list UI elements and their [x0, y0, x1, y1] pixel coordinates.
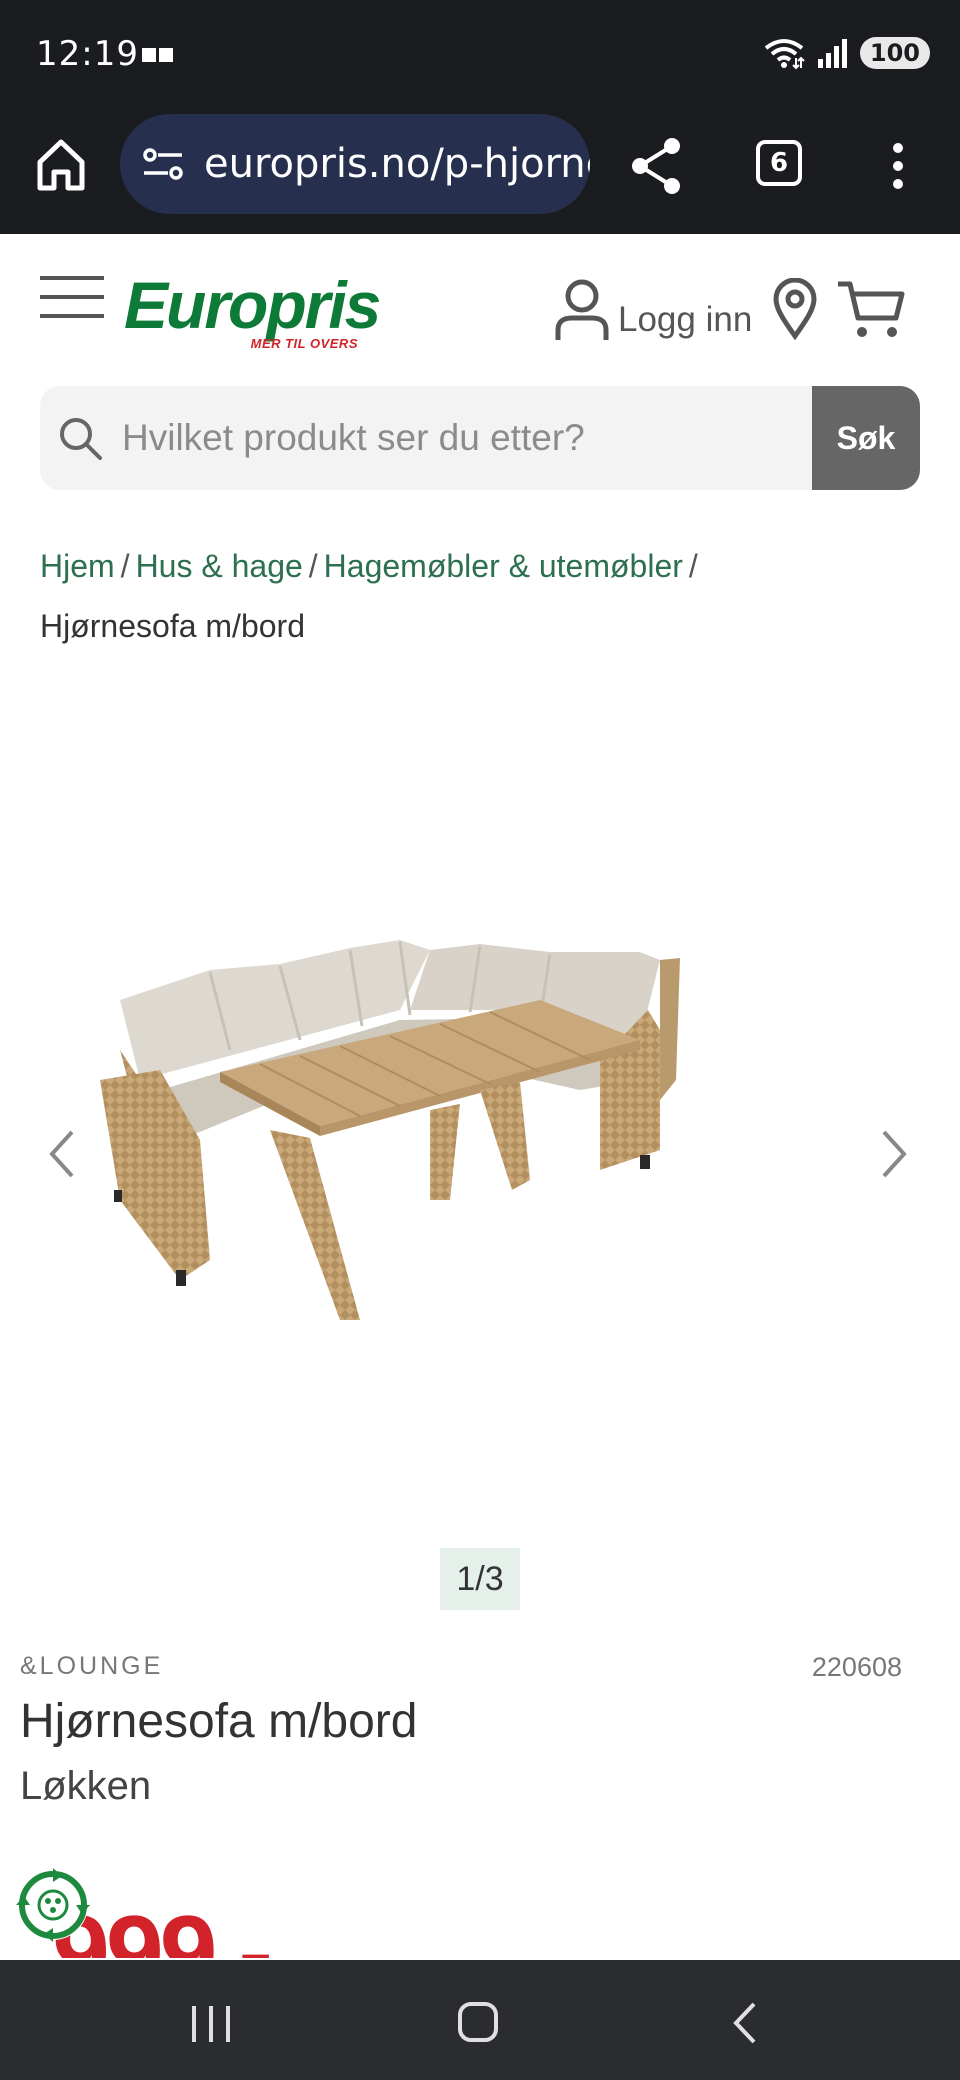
breadcrumb-separator: / [688, 548, 698, 584]
chevron-right-icon[interactable] [872, 1120, 916, 1188]
login-label: Logg inn [618, 300, 753, 339]
home-icon[interactable] [34, 136, 88, 194]
user-icon [555, 279, 609, 340]
breadcrumb-hagemobler[interactable]: Hagemøbler & utemøbler [324, 548, 683, 584]
login-button[interactable]: Logg inn [554, 278, 752, 342]
product-image[interactable] [100, 900, 860, 1380]
battery-indicator: 100 [859, 37, 930, 69]
status-indicators: 100 [762, 36, 930, 70]
tab-switcher-button[interactable]: 6 [756, 140, 802, 186]
site-settings-icon[interactable] [142, 146, 184, 182]
product-sku: 220608 [811, 1652, 902, 1682]
search-bar: Søk [40, 386, 920, 490]
logo-text: Europris [124, 268, 381, 342]
logo-tagline: MER TIL OVERS [250, 336, 358, 351]
eco-recycle-icon [16, 1868, 90, 1942]
search-button[interactable]: Søk [812, 386, 920, 490]
status-time: 12:19 [36, 34, 139, 74]
browser-toolbar: europris.no/p-hjornesofa-m-bord-lokken 6 [0, 106, 960, 234]
system-navigation-bar [0, 1960, 960, 2080]
product-subtitle: Løkken [20, 1764, 152, 1808]
search-field[interactable] [40, 386, 812, 490]
breadcrumb: Hjem / Hus & hage / Hagemøbler & utemøbler / … [40, 536, 920, 656]
product-title: Hjørnesofa m/bord [20, 1695, 418, 1748]
back-icon[interactable] [730, 2000, 760, 2046]
status-bar: 12:19 100 [0, 0, 960, 106]
notification-icon [142, 48, 173, 62]
breadcrumb-home[interactable]: Hjem [40, 548, 115, 584]
price-area: 999,- [0, 1880, 960, 1958]
breadcrumb-current: Hjørnesofa m/bord [40, 608, 305, 644]
image-counter: 1/3 [440, 1548, 520, 1610]
product-gallery: 1/3 [0, 680, 960, 1620]
site-header: Europris MER TIL OVERS Logg inn [0, 234, 960, 364]
europris-logo[interactable]: Europris MER TIL OVERS [124, 268, 381, 352]
breadcrumb-separator: / [308, 548, 318, 584]
url-text[interactable]: europris.no/p-hjornesofa-m-bord-lokken [204, 141, 590, 187]
address-bar[interactable]: europris.no/p-hjornesofa-m-bord-lokken [120, 114, 590, 214]
cart-icon[interactable] [836, 278, 906, 340]
product-brand[interactable]: &LOUNGE [20, 1652, 163, 1681]
search-input[interactable] [122, 417, 802, 459]
menu-icon[interactable] [38, 272, 106, 322]
signal-icon [817, 39, 847, 68]
search-icon [60, 418, 102, 460]
share-icon[interactable] [628, 136, 684, 196]
more-options-icon[interactable] [886, 140, 910, 192]
recent-apps-icon[interactable] [188, 2004, 234, 2044]
store-location-icon[interactable] [772, 278, 818, 340]
breadcrumb-separator: / [120, 548, 130, 584]
chevron-left-icon[interactable] [40, 1120, 84, 1188]
wifi-icon [764, 39, 805, 70]
home-button-icon[interactable] [456, 2000, 500, 2044]
breadcrumb-hus-hage[interactable]: Hus & hage [136, 548, 303, 584]
